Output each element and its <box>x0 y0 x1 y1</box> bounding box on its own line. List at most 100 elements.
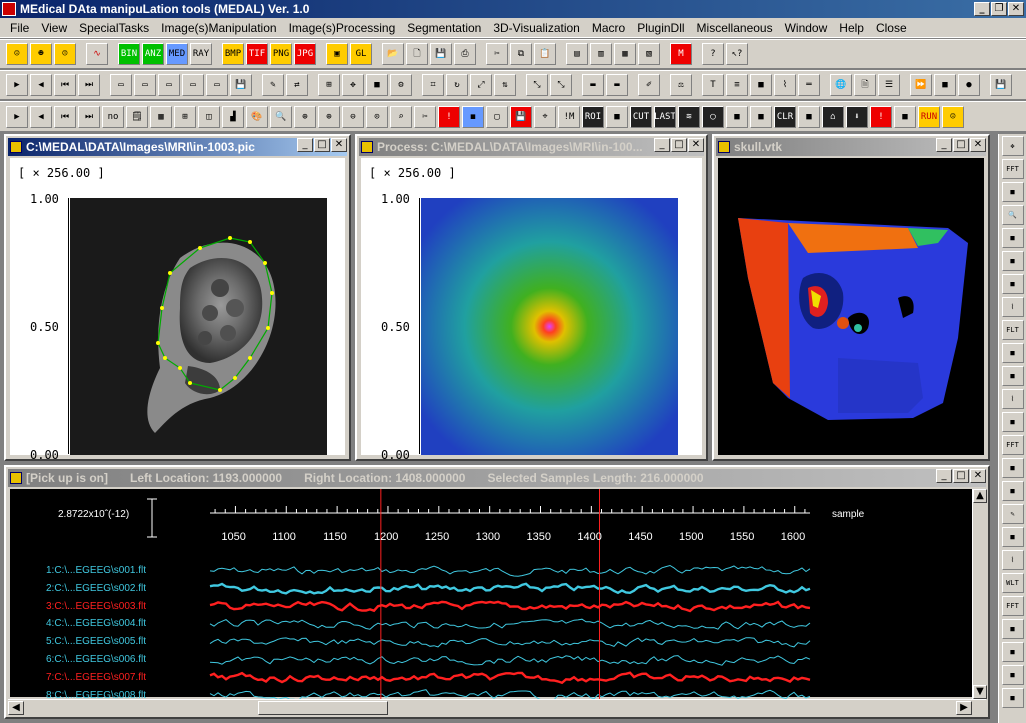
blank-icon-button-1[interactable]: ■ <box>606 105 628 128</box>
cut-icon-button[interactable]: ✂ <box>486 43 508 65</box>
right-tool-8[interactable]: ⌇ <box>1001 297 1024 317</box>
tile-vertical-icon-button[interactable]: ▦ <box>614 43 636 65</box>
close-button[interactable]: ✕ <box>1008 2 1024 16</box>
grid-icon-button-2[interactable]: ⊞ <box>174 105 196 128</box>
signal-window-title-bar[interactable]: [Pick up is on] Left Location: 1193.0000… <box>8 469 986 487</box>
right-tool-1[interactable]: ✥ <box>1001 136 1024 156</box>
menu-window[interactable]: Window <box>779 21 834 35</box>
tif-button[interactable]: TIF <box>246 43 268 65</box>
prev-icon-button[interactable]: ◀ <box>30 105 52 128</box>
crop-icon-button[interactable]: ⌗ <box>422 74 444 96</box>
face-icon-button-4[interactable]: ☺ <box>942 105 964 128</box>
right-tool-3[interactable]: ■ <box>1001 182 1024 202</box>
skull-close-button[interactable]: ✕ <box>970 138 986 152</box>
zoom-in-icon-button[interactable]: ⊕ <box>294 105 316 128</box>
clr-button[interactable]: CLR <box>774 105 796 128</box>
im-icon-button[interactable]: !M <box>558 105 580 128</box>
face-icon-button-3[interactable]: ☹ <box>54 43 76 65</box>
right-tool-11[interactable]: ■ <box>1001 366 1024 386</box>
face-icon-button[interactable]: ☺ <box>6 43 28 65</box>
edit-icon-button[interactable]: ✎ <box>262 74 284 96</box>
copy-icon-button[interactable]: ⧉ <box>510 43 532 65</box>
channel-label[interactable]: 3:C:\...EGEEG\s003.flt <box>46 601 146 612</box>
menu-macro[interactable]: Macro <box>586 21 631 35</box>
stack-dark-icon-button[interactable]: ≋ <box>678 105 700 128</box>
paint-icon-button[interactable]: 🎨 <box>246 105 268 128</box>
save-icon-button[interactable]: 💾 <box>430 43 452 65</box>
bmp-button[interactable]: BMP <box>222 43 244 65</box>
right-tool-12[interactable]: ⌇ <box>1001 389 1024 409</box>
menu-plugindll[interactable]: PluginDll <box>631 21 690 35</box>
skull-minimize-button[interactable]: _ <box>936 138 952 152</box>
right-tool-17[interactable]: ✎ <box>1001 504 1024 524</box>
run-button[interactable]: RUN <box>918 105 940 128</box>
first-icon-button[interactable]: ⏮ <box>54 74 76 96</box>
menu-help[interactable]: Help <box>833 21 870 35</box>
menu-segmentation[interactable]: Segmentation <box>401 21 487 35</box>
channel-label[interactable]: 4:C:\...EGEEG\s004.flt <box>46 618 146 629</box>
layers-icon-button[interactable]: ◫ <box>198 105 220 128</box>
help-icon-button[interactable]: ? <box>702 43 724 65</box>
save-red-icon-button[interactable]: 💾 <box>510 105 532 128</box>
stack-icon-button-2[interactable]: ▬ <box>606 74 628 96</box>
right-tool-24[interactable]: ■ <box>1001 665 1024 685</box>
right-tool-13[interactable]: ■ <box>1001 412 1024 432</box>
right-tool-19[interactable]: ⌇ <box>1001 550 1024 570</box>
fft-spectrum-image[interactable] <box>421 198 678 455</box>
blank-icon-button-3[interactable]: ■ <box>750 105 772 128</box>
print-icon-button[interactable]: ⎙ <box>454 43 476 65</box>
stack-icon-button-1[interactable]: ▬ <box>582 74 604 96</box>
forward-icon-button[interactable]: ⏩ <box>910 74 932 96</box>
gear-icon-button[interactable]: ⚙ <box>390 74 412 96</box>
mri-maximize-button[interactable]: □ <box>314 138 330 152</box>
frame-icon-button[interactable]: ▢ <box>486 105 508 128</box>
block-icon-button[interactable]: ■ <box>750 74 772 96</box>
blank-icon-button-4[interactable]: ■ <box>798 105 820 128</box>
skull-render-view[interactable] <box>718 158 984 455</box>
menu-close[interactable]: Close <box>870 21 913 35</box>
house-icon-button[interactable]: ⌂ <box>822 105 844 128</box>
menu-specialtasks[interactable]: SpecialTasks <box>73 21 155 35</box>
signal-vertical-scrollbar[interactable]: ▲ ▼ <box>972 489 987 699</box>
record-icon-button[interactable]: ● <box>958 74 980 96</box>
play-icon-button[interactable]: ▶ <box>6 74 28 96</box>
down-icon-button[interactable]: ⬇ <box>846 105 868 128</box>
grid-icon-button[interactable]: ⊞ <box>318 74 340 96</box>
right-tool-21[interactable]: FFT <box>1001 596 1024 616</box>
text-icon-button[interactable]: T <box>702 74 724 96</box>
new-file-icon-button[interactable]: 🗋 <box>406 43 428 65</box>
ray-button[interactable]: RAY <box>190 43 212 65</box>
blank-icon-button-5[interactable]: ■ <box>894 105 916 128</box>
face-icon-button-2[interactable]: ☻ <box>30 43 52 65</box>
notes-icon-button[interactable]: 🗒 <box>126 105 148 128</box>
menu-miscellaneous[interactable]: Miscellaneous <box>691 21 779 35</box>
list-icon-button[interactable]: ☰ <box>878 74 900 96</box>
process-minimize-button[interactable]: _ <box>654 138 670 152</box>
globe-icon-button[interactable]: 🌐 <box>830 74 852 96</box>
mri-image-window[interactable]: C:\MEDAL\DATA\Images\MRI\in-1003.pic _ □… <box>4 134 351 462</box>
channel-label[interactable]: 1:C:\...EGEEG\s001.flt <box>46 565 146 576</box>
layout-icon-button-2[interactable]: ▭ <box>134 74 156 96</box>
scroll-up-button[interactable]: ▲ <box>973 489 987 503</box>
mri-minimize-button[interactable]: _ <box>297 138 313 152</box>
waveform-icon-button[interactable]: ∿ <box>86 43 108 65</box>
blank-icon-button-2[interactable]: ■ <box>726 105 748 128</box>
right-tool-25[interactable]: ■ <box>1001 688 1024 708</box>
zoom-reset-icon-button[interactable]: ⌕ <box>390 105 412 128</box>
play-icon-button-2[interactable]: ▶ <box>6 105 28 128</box>
flip-icon-button[interactable]: ⇅ <box>494 74 516 96</box>
process-close-button[interactable]: ✕ <box>688 138 704 152</box>
skull-maximize-button[interactable]: □ <box>953 138 969 152</box>
layout-icon-button-4[interactable]: ▭ <box>182 74 204 96</box>
restore-button[interactable]: ❐ <box>991 2 1007 16</box>
right-tool-15[interactable]: ■ <box>1001 458 1024 478</box>
right-tool-10[interactable]: ■ <box>1001 343 1024 363</box>
menu-3d-visualization[interactable]: 3D-Visualization <box>487 21 586 35</box>
doc-icon-button[interactable]: 🗎 <box>854 74 876 96</box>
save-layout-icon-button[interactable]: 💾 <box>230 74 252 96</box>
menu-view[interactable]: View <box>35 21 73 35</box>
table-icon-button[interactable]: ▦ <box>150 105 172 128</box>
arrange-icon-button[interactable]: ▧ <box>638 43 660 65</box>
mri-slice-image[interactable] <box>70 198 327 455</box>
ruler-icon-button[interactable]: ═ <box>798 74 820 96</box>
